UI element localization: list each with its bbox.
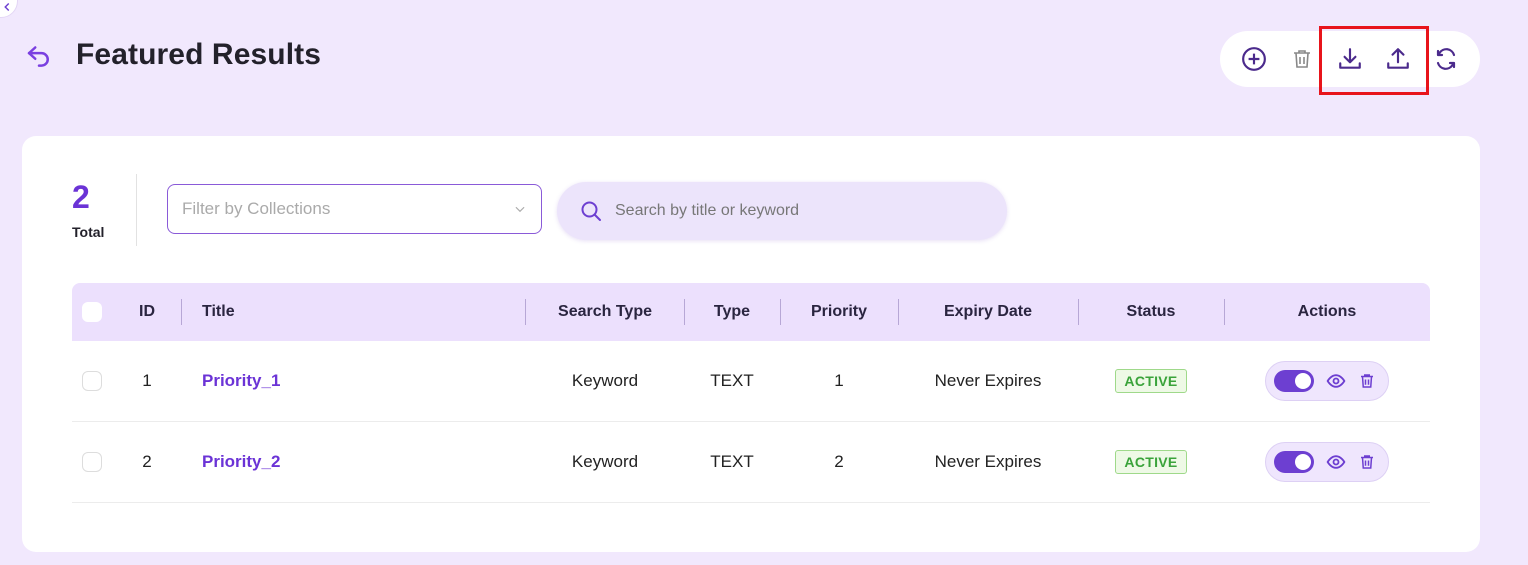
row-search-type: Keyword bbox=[571, 452, 639, 471]
upload-icon bbox=[1387, 48, 1409, 69]
header-expiry-date: Expiry Date bbox=[943, 303, 1033, 320]
status-badge: ACTIVE bbox=[1115, 450, 1187, 474]
row-priority: 1 bbox=[834, 371, 844, 390]
row-checkbox[interactable] bbox=[82, 452, 102, 472]
header-divider bbox=[181, 299, 182, 325]
search-icon bbox=[579, 199, 603, 223]
chevron-left-icon bbox=[4, 2, 10, 12]
undo-arrow-icon[interactable] bbox=[24, 40, 54, 70]
eye-icon[interactable] bbox=[1326, 452, 1346, 472]
row-type: TEXT bbox=[710, 452, 754, 471]
table-header: ID Title Search Type Type Priority Expir… bbox=[72, 283, 1430, 341]
row-priority: 2 bbox=[834, 452, 844, 471]
row-expiry-date: Never Expires bbox=[934, 452, 1042, 471]
row-search-type: Keyword bbox=[571, 371, 639, 390]
row-expiry-date: Never Expires bbox=[934, 371, 1042, 390]
header-search-type: Search Type bbox=[558, 303, 652, 320]
results-table: ID Title Search Type Type Priority Expir… bbox=[72, 283, 1430, 503]
add-button[interactable] bbox=[1240, 45, 1268, 73]
page-title: Featured Results bbox=[76, 38, 321, 71]
results-card: 2 Total Filter by Collections ID Title S… bbox=[22, 136, 1480, 552]
table-bottom-border bbox=[526, 502, 1430, 503]
download-icon bbox=[1339, 48, 1361, 69]
trash-icon[interactable] bbox=[1358, 453, 1376, 471]
select-all-checkbox[interactable] bbox=[82, 302, 102, 322]
trash-icon bbox=[1294, 50, 1310, 68]
header-title: Title bbox=[202, 303, 235, 320]
row-actions bbox=[1265, 442, 1389, 482]
search-input[interactable] bbox=[615, 202, 975, 220]
enable-toggle[interactable] bbox=[1274, 451, 1314, 473]
row-id: 1 bbox=[142, 371, 152, 390]
search-box bbox=[557, 182, 1007, 240]
total-label: Total bbox=[72, 224, 105, 240]
header-actions: Actions bbox=[1297, 303, 1357, 320]
header-id: ID bbox=[139, 303, 155, 320]
enable-toggle[interactable] bbox=[1274, 370, 1314, 392]
page-header: Featured Results bbox=[24, 38, 321, 72]
total-count: 2 bbox=[72, 179, 90, 215]
row-title-link[interactable]: Priority_1 bbox=[202, 371, 280, 391]
header-type: Type bbox=[713, 303, 751, 320]
filter-placeholder: Filter by Collections bbox=[182, 199, 331, 218]
toolbar bbox=[1220, 31, 1480, 87]
refresh-button[interactable] bbox=[1432, 45, 1460, 73]
row-type: TEXT bbox=[710, 371, 754, 390]
status-badge: ACTIVE bbox=[1115, 369, 1187, 393]
header-status: Status bbox=[1126, 303, 1176, 320]
collapse-button[interactable] bbox=[0, 0, 18, 18]
table-row: 2 Priority_2 Keyword TEXT 2 Never Expire… bbox=[72, 422, 1430, 503]
delete-button[interactable] bbox=[1288, 45, 1316, 73]
eye-icon[interactable] bbox=[1326, 371, 1346, 391]
divider bbox=[136, 174, 137, 246]
row-id: 2 bbox=[142, 452, 152, 471]
refresh-icon bbox=[1436, 48, 1456, 70]
table-row: 1 Priority_1 Keyword TEXT 1 Never Expire… bbox=[72, 341, 1430, 422]
row-checkbox[interactable] bbox=[82, 371, 102, 391]
collection-filter-select[interactable]: Filter by Collections bbox=[167, 184, 542, 234]
trash-icon[interactable] bbox=[1358, 372, 1376, 390]
chevron-down-icon bbox=[513, 202, 527, 216]
select-all-checkbox-cell bbox=[82, 283, 102, 341]
total-summary: 2 Total bbox=[72, 180, 104, 240]
download-button[interactable] bbox=[1336, 45, 1364, 73]
row-actions bbox=[1265, 361, 1389, 401]
upload-button[interactable] bbox=[1384, 45, 1412, 73]
plus-circle-icon bbox=[1242, 47, 1266, 71]
row-title-link[interactable]: Priority_2 bbox=[202, 452, 280, 472]
header-priority: Priority bbox=[810, 303, 867, 320]
